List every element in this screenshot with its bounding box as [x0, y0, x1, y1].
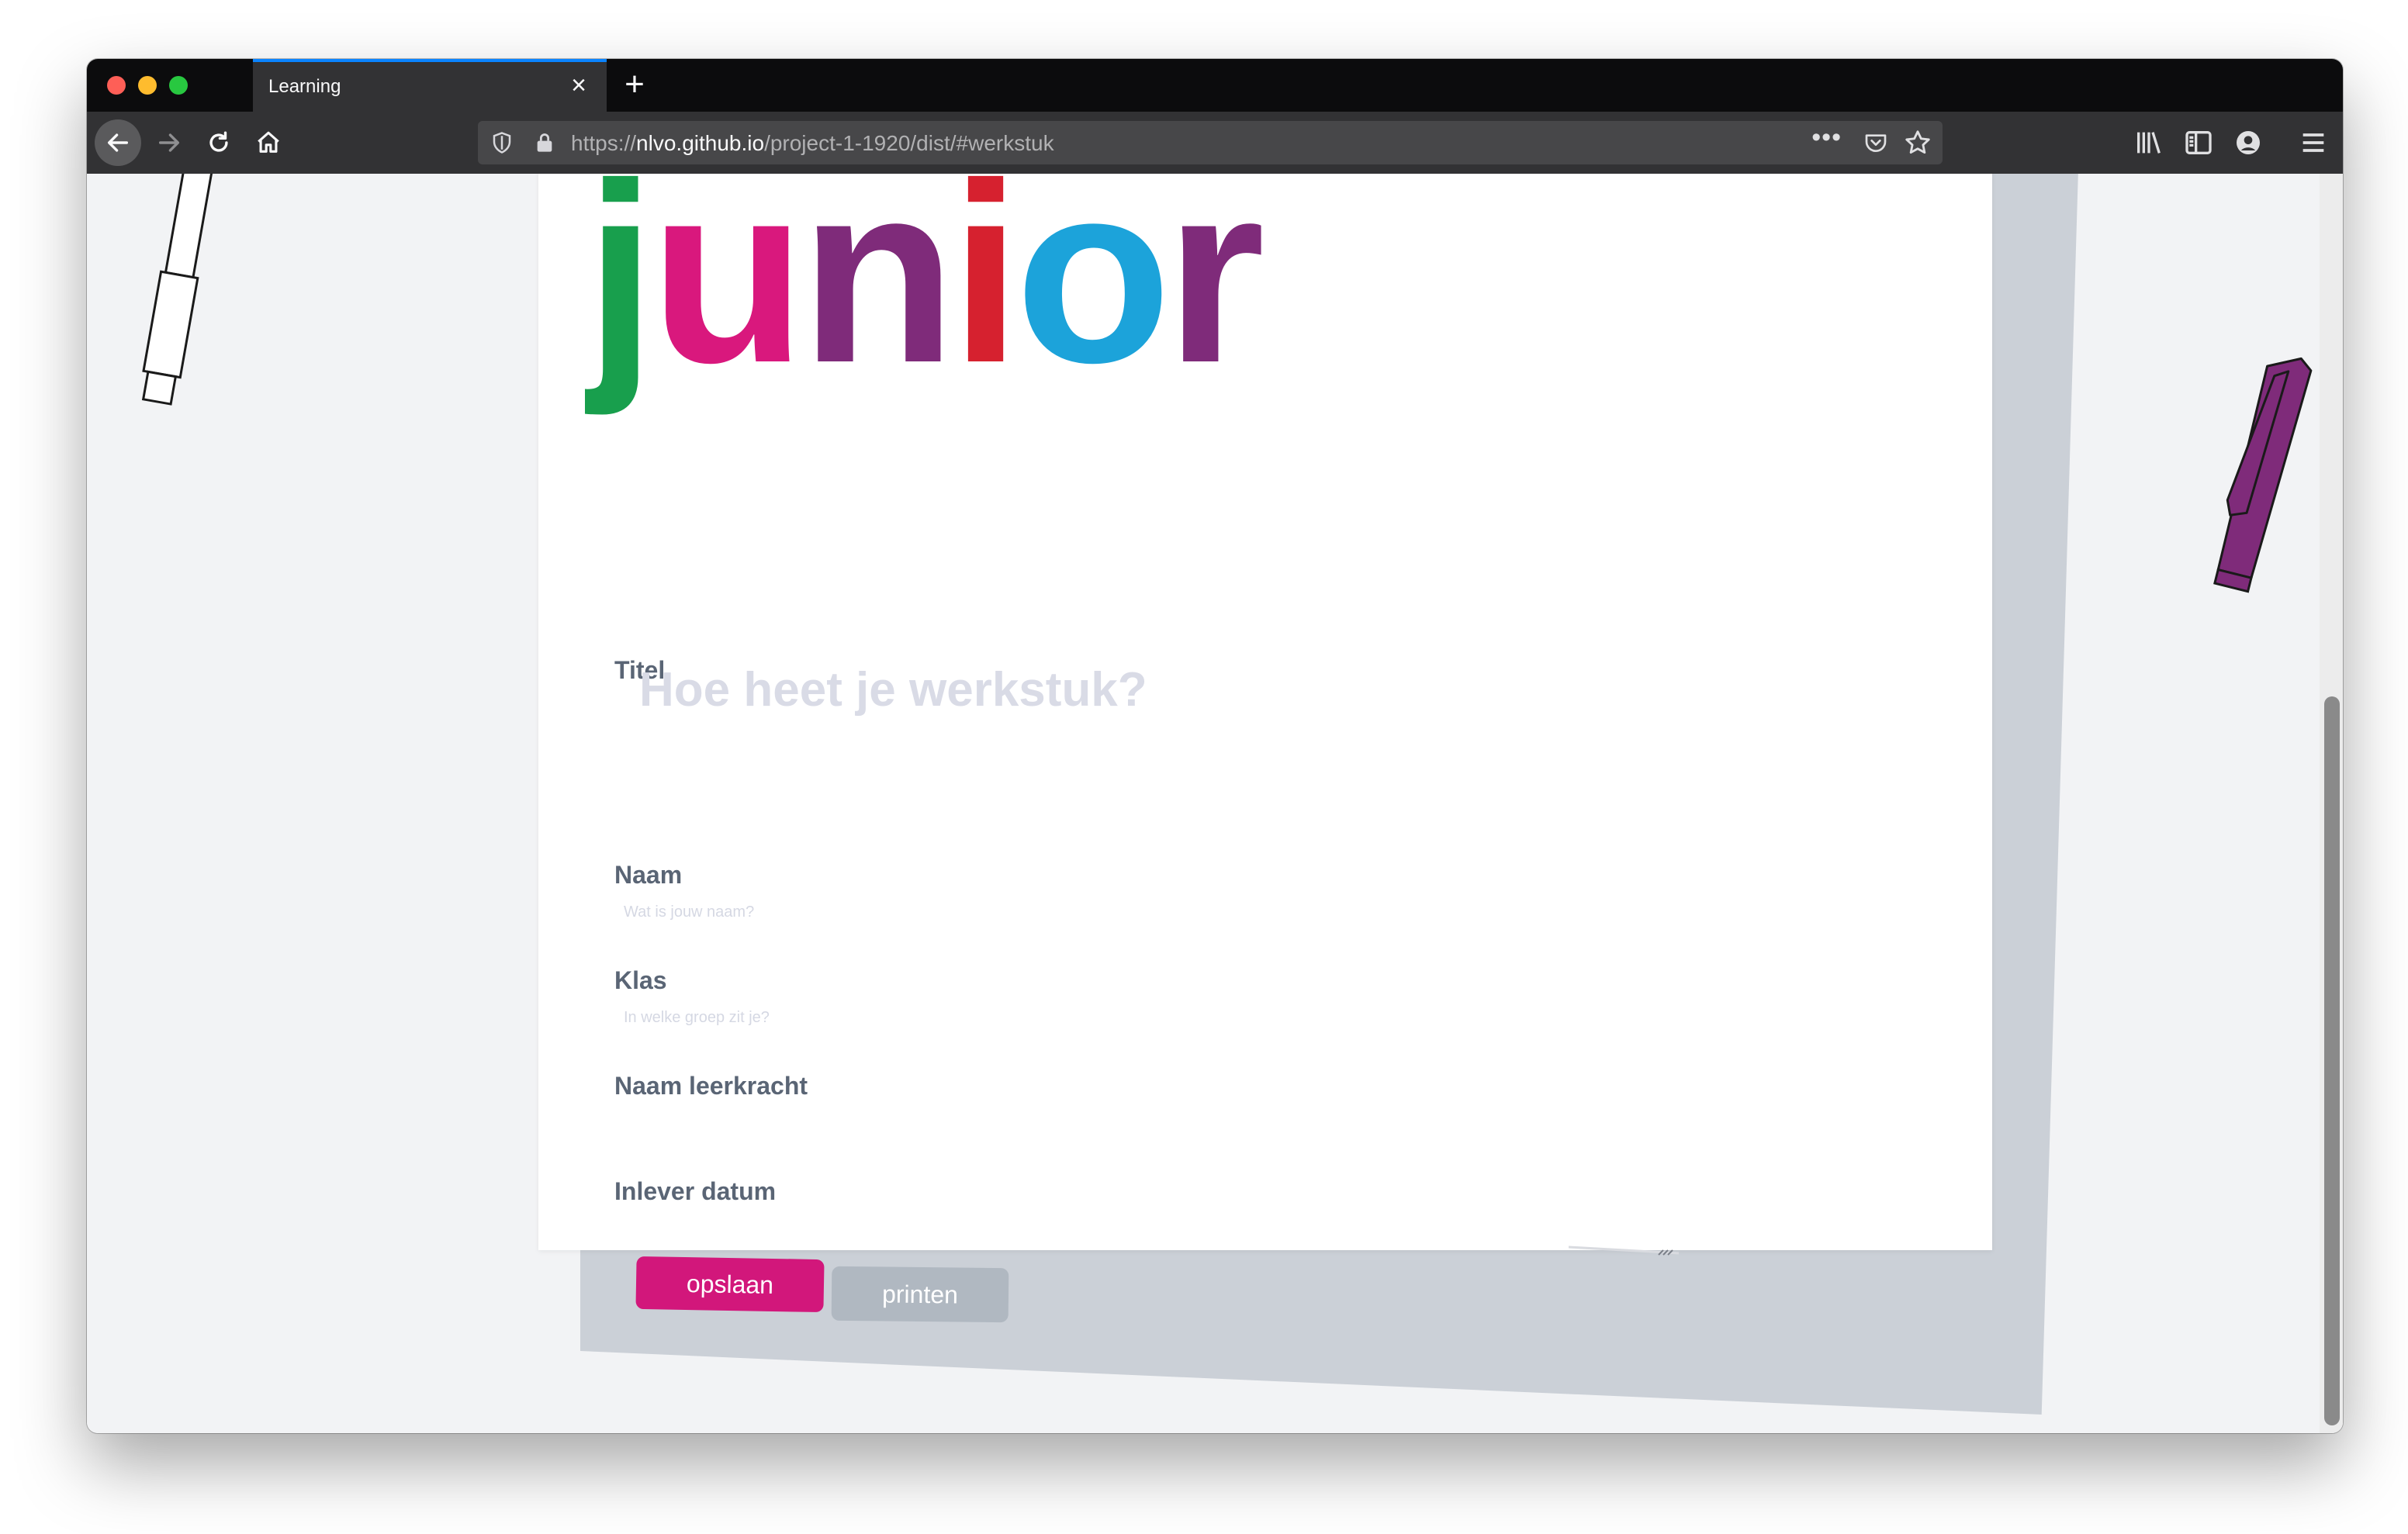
page-viewport: junior Titel Naam Klas Naam leerkracht I… — [87, 174, 2343, 1433]
print-button[interactable]: printen — [831, 1266, 1009, 1323]
page-actions-more-icon[interactable]: ••• — [1811, 123, 1842, 153]
sidebar-icon[interactable] — [2183, 127, 2214, 158]
save-button[interactable]: opslaan — [635, 1256, 825, 1313]
logo-letter-o: o — [1015, 174, 1166, 416]
library-icon[interactable] — [2133, 127, 2164, 158]
logo-letter-n: n — [800, 174, 950, 416]
name-input[interactable] — [614, 895, 1390, 929]
logo-letter-j: j — [585, 174, 650, 417]
class-input[interactable] — [614, 1000, 1390, 1035]
bookmark-star-icon[interactable] — [1904, 129, 1932, 157]
hamburger-menu-icon[interactable] — [2298, 127, 2329, 158]
svg-text:junior: junior — [585, 174, 1261, 417]
junior-logo: junior — [585, 174, 1268, 417]
home-button[interactable] — [245, 119, 292, 166]
name-label: Naam — [614, 861, 683, 889]
logo-letter-i: i — [950, 174, 1015, 416]
tracking-shield-icon[interactable] — [490, 130, 514, 155]
teacher-name-label: Naam leerkracht — [614, 1072, 808, 1100]
forward-arrow-icon — [158, 133, 180, 152]
scrollbar-thumb[interactable] — [2324, 696, 2340, 1425]
window-minimize-button[interactable] — [138, 76, 157, 95]
resize-grip-icon[interactable] — [1569, 1246, 1679, 1256]
logo-letter-r: r — [1165, 174, 1261, 416]
reload-icon — [209, 131, 228, 152]
tab-strip: Learning × + — [87, 59, 2343, 112]
navigation-toolbar: https://nlvo.github.io/project-1-1920/di… — [87, 112, 2343, 174]
tab-title: Learning — [268, 76, 341, 97]
back-arrow-icon — [107, 133, 129, 152]
class-label: Klas — [614, 966, 667, 994]
teacher-name-input[interactable] — [614, 1106, 1390, 1140]
tab-learning[interactable]: Learning × — [253, 59, 607, 112]
marker-illustration — [141, 174, 220, 406]
lock-icon[interactable] — [534, 130, 555, 155]
url-text[interactable]: https://nlvo.github.io/project-1-1920/di… — [571, 131, 1054, 156]
back-button[interactable] — [95, 119, 141, 166]
reload-button[interactable] — [195, 119, 242, 166]
tab-close-icon[interactable]: × — [562, 68, 596, 102]
logo-letter-u: u — [650, 174, 801, 416]
pen-illustration — [2213, 357, 2313, 593]
due-date-input[interactable] — [614, 1211, 1390, 1246]
url-scheme: https:// — [571, 131, 637, 155]
url-host: nlvo.github.io — [636, 131, 765, 155]
url-bar[interactable]: https://nlvo.github.io/project-1-1920/di… — [478, 121, 1943, 164]
window-close-button[interactable] — [107, 76, 126, 95]
title-input[interactable] — [614, 647, 1700, 732]
home-icon — [258, 131, 279, 153]
account-icon[interactable] — [2233, 127, 2264, 158]
url-path: /project-1-1920/dist/#werkstuk — [764, 131, 1054, 155]
browser-window: Learning × + https://nlvo.github.io/proj… — [87, 59, 2343, 1433]
window-maximize-button[interactable] — [169, 76, 188, 95]
due-date-label: Inlever datum — [614, 1177, 777, 1205]
new-tab-icon[interactable]: + — [614, 65, 655, 105]
pocket-icon[interactable] — [1863, 130, 1888, 155]
vertical-scrollbar[interactable] — [2320, 174, 2343, 1433]
forward-button[interactable] — [146, 119, 192, 166]
